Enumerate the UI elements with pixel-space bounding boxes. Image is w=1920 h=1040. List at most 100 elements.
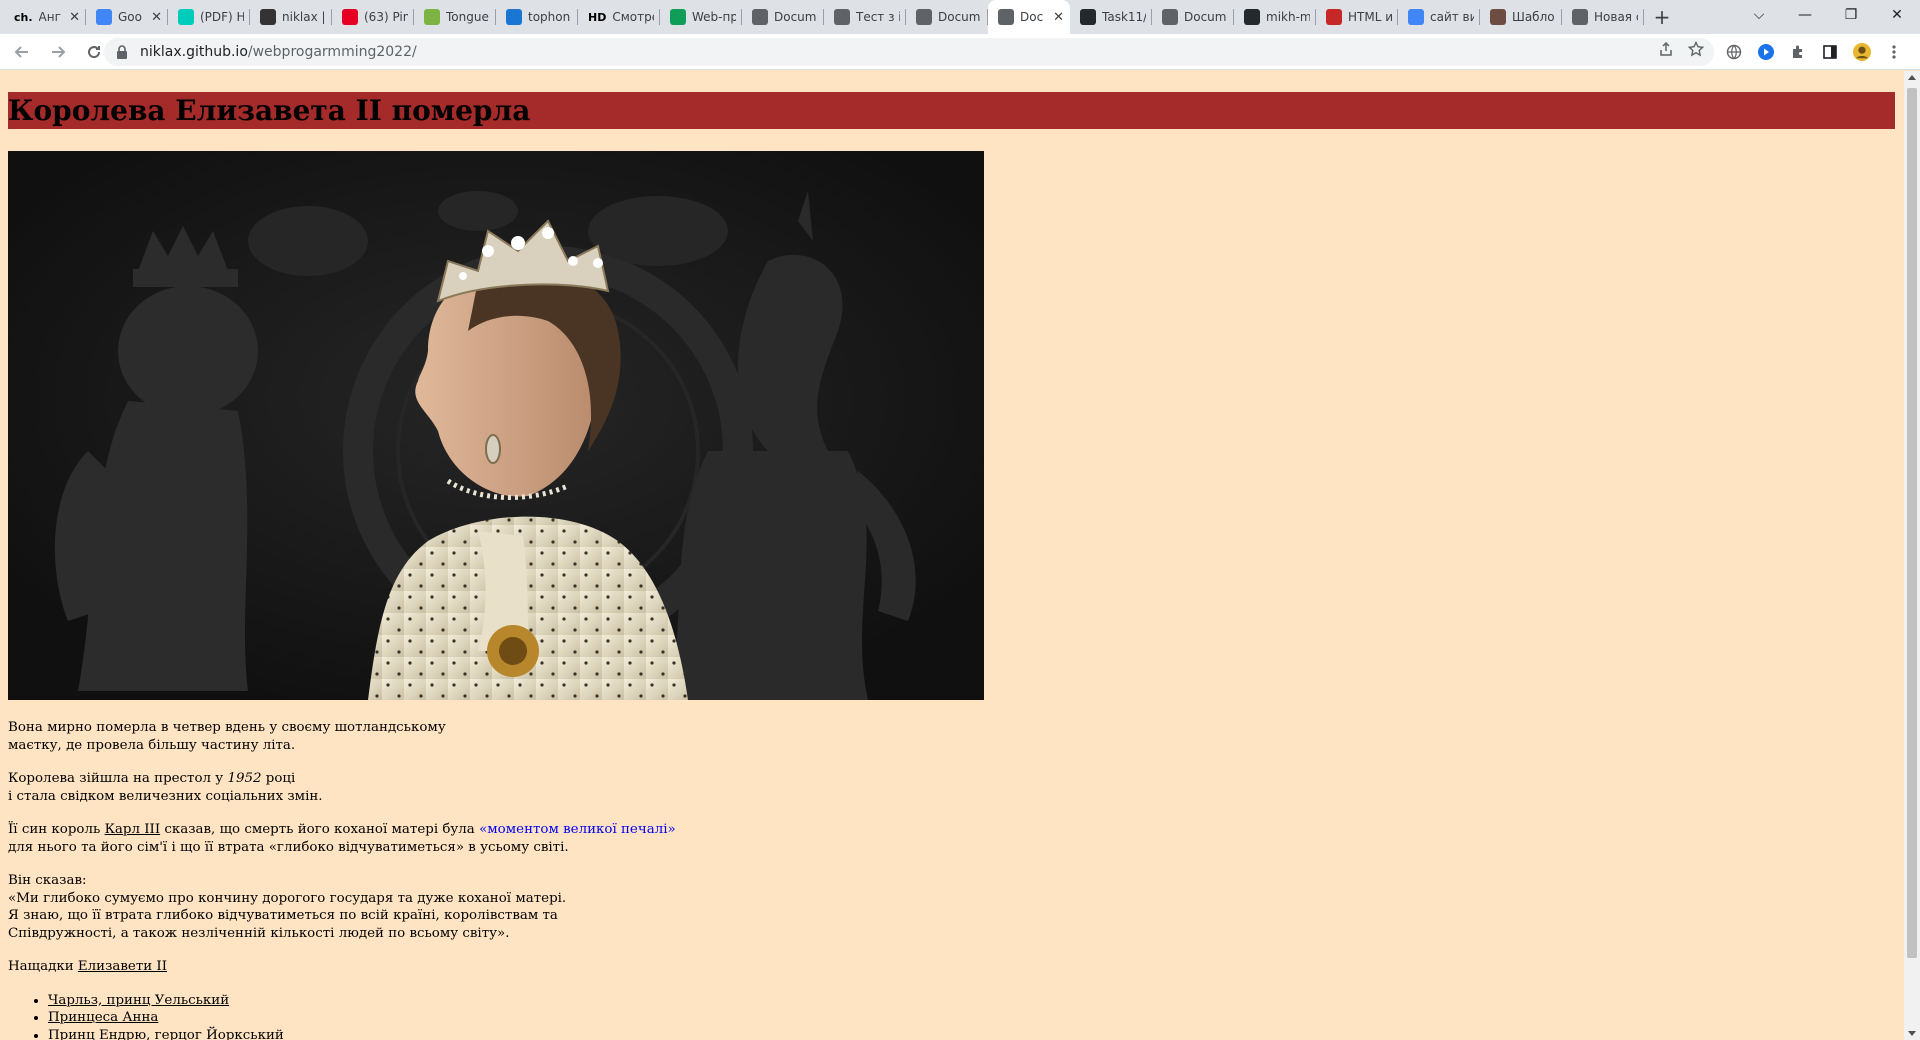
accession-year: 1952 — [227, 771, 262, 786]
google-docs-icon — [96, 9, 112, 25]
github-icon — [1080, 9, 1096, 25]
tab-title: Смотре — [612, 10, 654, 24]
tab-title: tophon — [528, 10, 571, 24]
tab-title: Docum — [938, 10, 981, 24]
tab-close-icon[interactable]: ✕ — [69, 10, 80, 25]
browser-tab[interactable]: tophon — [496, 0, 578, 34]
paragraph-death: Вона мирно померла в четвер вдень у своє… — [8, 720, 446, 753]
google-icon — [1408, 9, 1424, 25]
translate-extension-icon[interactable] — [1725, 43, 1743, 61]
document-icon — [260, 9, 276, 25]
researchgate-icon — [178, 9, 194, 25]
browser-tab[interactable]: Docum — [742, 0, 824, 34]
tab-search-chevron-icon[interactable]: ⌵ — [1736, 0, 1782, 30]
sheets-icon — [670, 9, 686, 25]
chrome-icon — [1572, 9, 1588, 25]
more-menu-icon[interactable] — [1885, 43, 1903, 61]
lock-icon[interactable] — [116, 45, 130, 59]
chart-icon — [506, 9, 522, 25]
paragraph-accession: Королева зійшла на престол у 1952 році і… — [8, 771, 323, 804]
paragraph-king-charles: Її син король Карл III сказав, що смерть… — [8, 822, 676, 855]
tab-title: mikh-m — [1266, 10, 1310, 24]
globe-icon — [998, 9, 1014, 25]
tab-title: Tongue — [446, 10, 489, 24]
media-extension-icon[interactable] — [1757, 43, 1775, 61]
charles-iii-link[interactable]: Карл III — [105, 822, 161, 837]
article-body: Вона мирно померла в четвер вдень у своє… — [8, 719, 1008, 1040]
tab-title: Goo — [118, 10, 142, 24]
globe-icon — [834, 9, 850, 25]
browser-tab[interactable]: Web-пр — [660, 0, 742, 34]
minimize-button[interactable]: — — [1782, 0, 1828, 30]
globe-icon — [752, 9, 768, 25]
browser-tab[interactable]: Goo ✕ — [86, 0, 168, 34]
forward-arrow-icon — [52, 45, 66, 58]
tab-title: Новая с — [1594, 10, 1638, 24]
restore-button[interactable]: ❐ — [1828, 0, 1874, 30]
tab-title: (63) Pin — [364, 10, 408, 24]
hd-icon: HD — [588, 10, 607, 24]
dictionary-icon: ch. — [14, 10, 33, 24]
app-icon — [424, 9, 440, 25]
forward-button[interactable] — [44, 38, 72, 66]
browser-tab[interactable]: (63) Pin — [332, 0, 414, 34]
browser-tab[interactable]: Doc ✕ — [988, 0, 1070, 34]
url-path: /webprogarmming2022/ — [247, 44, 417, 60]
browser-tab[interactable]: HTML и — [1316, 0, 1398, 34]
great-sorrow-quote-link[interactable]: «моментом великої печалі» — [479, 822, 676, 837]
globe-icon — [1162, 9, 1178, 25]
side-panel-icon[interactable] — [1821, 43, 1839, 61]
tab-title: сайт ви — [1430, 10, 1474, 24]
browser-tab[interactable]: Новая с — [1562, 0, 1644, 34]
browser-tab[interactable]: Task11/ — [1070, 0, 1152, 34]
new-tab-button[interactable]: + — [1644, 0, 1680, 34]
globe-icon — [916, 9, 932, 25]
browser-tab[interactable]: HD Смотре — [578, 0, 660, 34]
paragraph-descendants: Нащадки Елизавети II — [8, 959, 168, 974]
pinterest-icon — [342, 9, 358, 25]
elizabeth-ii-link[interactable]: Елизавети II — [78, 959, 167, 974]
browser-tab[interactable]: mikh-m — [1234, 0, 1316, 34]
paragraph-statement: Він сказав: «Ми глибоко сумуємо про конч… — [8, 873, 567, 941]
close-window-button[interactable]: ✕ — [1874, 0, 1920, 30]
scroll-down-arrow-icon[interactable] — [1908, 1031, 1916, 1036]
tab-title: Шабло — [1512, 10, 1555, 24]
reload-icon — [88, 45, 101, 58]
github-icon — [1244, 9, 1260, 25]
share-icon[interactable] — [1658, 41, 1674, 61]
browser-tab[interactable]: Тест з і — [824, 0, 906, 34]
tab-title: HTML и — [1348, 10, 1392, 24]
tab-title: Doc — [1020, 10, 1044, 24]
page-viewport: Королева Елизавета II померла Вона мирно… — [0, 71, 1904, 1040]
bookmark-star-icon[interactable] — [1687, 40, 1705, 61]
browser-tab[interactable]: Шабло — [1480, 0, 1562, 34]
tab-close-icon[interactable]: ✕ — [151, 10, 162, 25]
browser-tab[interactable]: сайт ви — [1398, 0, 1480, 34]
list-item: Принцеса Анна — [48, 1009, 1008, 1027]
tab-title: Web-пр — [692, 10, 736, 24]
scrollbar-thumb[interactable] — [1907, 88, 1917, 958]
descendant-link[interactable]: Чарльз, принц Уельський — [48, 993, 229, 1008]
back-button[interactable] — [8, 38, 36, 66]
html-book-icon — [1326, 9, 1342, 25]
tab-close-icon[interactable]: ✕ — [1053, 10, 1064, 25]
extensions-puzzle-icon[interactable] — [1789, 43, 1807, 61]
back-arrow-icon — [14, 45, 28, 58]
descendants-list: Чарльз, принц Уельський Принцеса Анна Пр… — [8, 992, 1008, 1040]
browser-tab[interactable]: niklax | — [250, 0, 332, 34]
browser-tab[interactable]: Tongue — [414, 0, 496, 34]
tab-strip: ch. Анг ✕ Goo ✕ (PDF) H niklax | (63) Pin Tongue… — [0, 0, 1920, 34]
vertical-scrollbar[interactable] — [1904, 71, 1920, 1040]
browser-tab[interactable]: (PDF) H — [168, 0, 250, 34]
list-item: Чарльз, принц Уельський — [48, 992, 1008, 1010]
page-headline: Королева Елизавета II померла — [8, 92, 1895, 129]
address-bar[interactable]: niklax.github.io/webprogarmming2022/ — [104, 38, 1714, 66]
url-host: niklax.github.io — [140, 44, 248, 60]
descendant-link[interactable]: Принцеса Анна — [48, 1010, 158, 1025]
profile-avatar[interactable] — [1853, 43, 1871, 61]
browser-tab[interactable]: ch. Анг ✕ — [4, 0, 86, 34]
descendant-link[interactable]: Принц Ендрю, герцог Йоркський — [48, 1028, 284, 1040]
browser-tab[interactable]: Docum — [906, 0, 988, 34]
scroll-up-arrow-icon[interactable] — [1908, 75, 1916, 80]
browser-tab[interactable]: Docum — [1152, 0, 1234, 34]
